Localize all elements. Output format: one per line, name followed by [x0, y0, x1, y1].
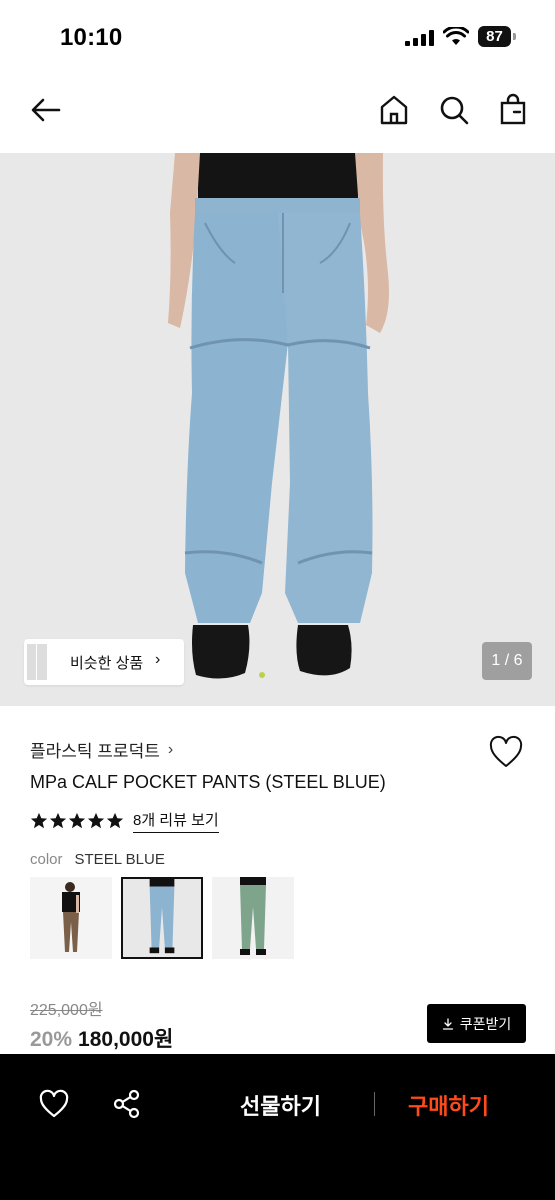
- share-icon[interactable]: [112, 1089, 142, 1119]
- gift-button[interactable]: 선물하기: [240, 1089, 321, 1121]
- star-icon: [68, 812, 86, 829]
- rating-stars: [30, 812, 125, 830]
- color-swatches: [30, 877, 303, 959]
- star-icon: [30, 812, 48, 829]
- color-label: color: [30, 851, 63, 868]
- image-page-counter: 1 / 6: [482, 642, 532, 680]
- heart-icon[interactable]: [38, 1089, 70, 1119]
- top-navigation: [0, 80, 555, 140]
- product-image-gallery[interactable]: 비슷한 상품 › 1 / 6: [0, 153, 555, 706]
- color-row: color STEEL BLUE: [30, 851, 165, 868]
- original-price: 225,000원: [30, 1002, 103, 1019]
- similar-products-label: 비슷한 상품: [70, 655, 144, 672]
- star-icon: [87, 812, 105, 829]
- rating-row: 8개 리뷰 보기: [30, 809, 219, 833]
- home-button[interactable]: [374, 90, 414, 130]
- color-value: STEEL BLUE: [74, 851, 165, 868]
- sale-price: 180,000원: [78, 1028, 174, 1051]
- buy-button[interactable]: 구매하기: [408, 1089, 489, 1121]
- status-time: 10:10: [60, 24, 123, 51]
- status-bar: 10:10 87: [0, 0, 555, 72]
- download-icon: [442, 1017, 453, 1030]
- review-link[interactable]: 8개 리뷰 보기: [133, 809, 219, 833]
- swatch-steel-blue[interactable]: [121, 877, 203, 959]
- back-button[interactable]: [26, 90, 66, 130]
- price-row: 20% 180,000원: [30, 1023, 173, 1053]
- brand-name: 플라스틱 프로덕트: [30, 742, 160, 761]
- similar-products-thumbnails: [24, 639, 50, 685]
- bottom-action-bar: 선물하기 구매하기: [0, 1054, 555, 1200]
- shopping-bag-icon: [500, 93, 526, 125]
- search-button[interactable]: [434, 90, 474, 130]
- battery-tip: [513, 33, 516, 40]
- swatch-brown[interactable]: [30, 877, 112, 959]
- similar-products-button[interactable]: 비슷한 상품 ›: [24, 639, 184, 685]
- arrow-left-icon: [31, 98, 61, 122]
- battery-indicator: 87: [478, 26, 516, 47]
- wishlist-heart-button[interactable]: [488, 735, 524, 769]
- home-icon: [380, 95, 408, 125]
- swatch-green[interactable]: [212, 877, 294, 959]
- swatch-steel-blue-image: [123, 879, 201, 957]
- coupon-label: 쿠폰받기: [459, 1015, 512, 1032]
- product-title: MPa CALF POCKET PANTS (STEEL BLUE): [30, 772, 386, 792]
- brand-link[interactable]: 플라스틱 프로덕트 ›: [30, 737, 173, 762]
- swatch-green-image: [212, 877, 294, 959]
- discount-rate: 20%: [30, 1028, 73, 1051]
- swatch-brown-image: [30, 877, 112, 959]
- star-icon: [49, 812, 67, 829]
- chevron-right-icon: ›: [155, 651, 161, 668]
- search-icon: [440, 96, 469, 125]
- battery-level: 87: [478, 26, 511, 47]
- coupon-button[interactable]: 쿠폰받기: [427, 1004, 526, 1043]
- wifi-icon: [443, 27, 469, 45]
- chevron-right-icon: ›: [167, 740, 174, 758]
- cart-button[interactable]: [493, 90, 533, 130]
- product-photo: [0, 153, 555, 706]
- cellular-signal-icon: [405, 30, 434, 46]
- divider: [374, 1092, 375, 1116]
- star-icon: [106, 812, 124, 829]
